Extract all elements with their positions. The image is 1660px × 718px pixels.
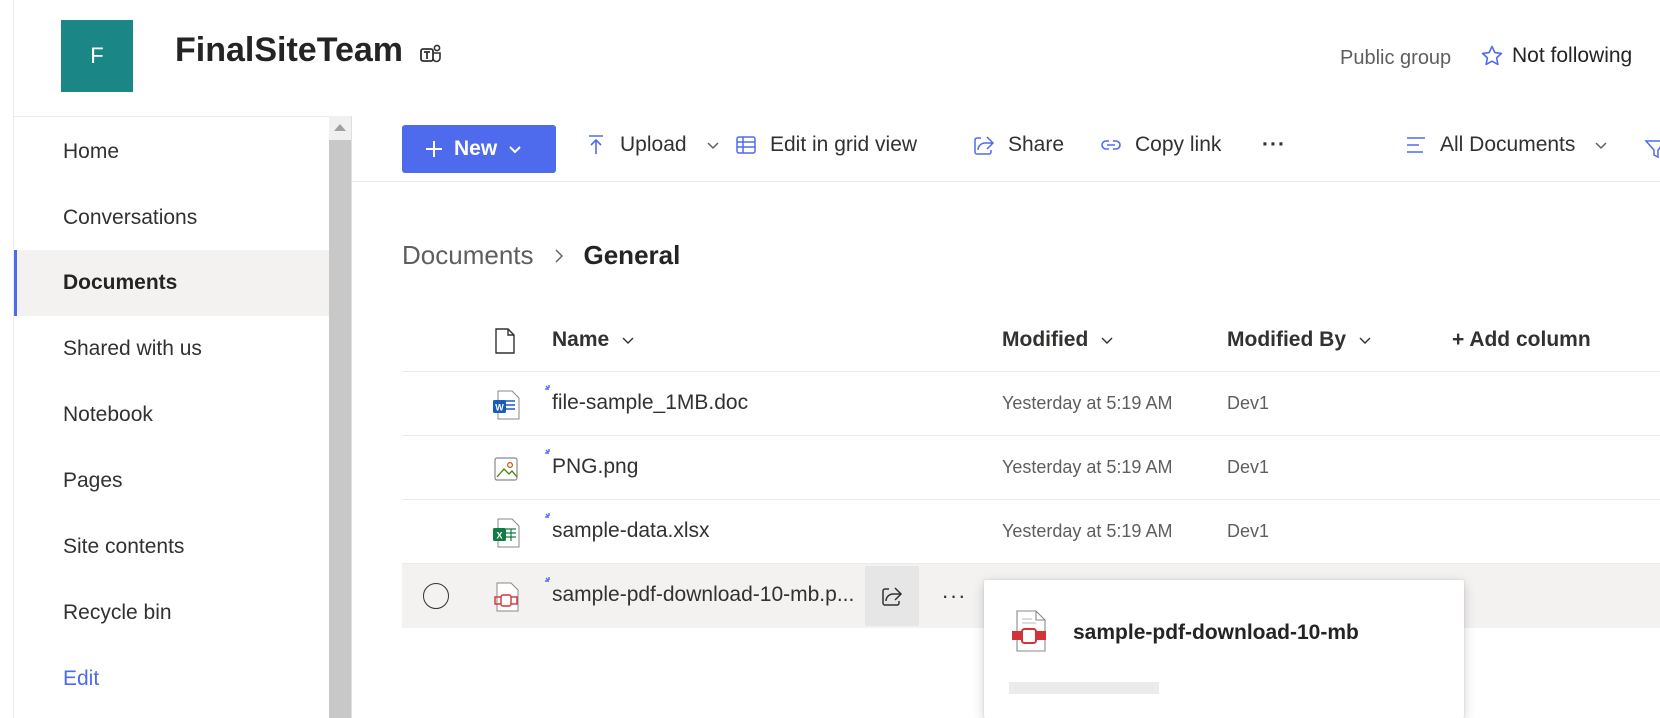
edit-grid-label: Edit in grid view (770, 133, 918, 156)
table-row[interactable]: W file-sample_1MB.doc Yesterday at 5:19 … (402, 372, 1660, 436)
group-type-label: Public group (1340, 47, 1452, 69)
row-select-checkbox[interactable] (423, 583, 449, 609)
more-commands-button[interactable]: ··· (1262, 133, 1286, 157)
chevron-down-icon (509, 146, 521, 154)
upload-icon (589, 135, 603, 154)
column-modified-label: Modified (1002, 328, 1089, 351)
copy-link-button[interactable]: Copy link (1099, 133, 1221, 157)
table-row[interactable]: X sample-data.xlsx Yesterday at 5:19 AM … (402, 500, 1660, 564)
nav-item-recycle-bin[interactable]: Recycle bin (14, 580, 329, 646)
svg-text:W: W (495, 403, 504, 413)
grid-icon (736, 136, 756, 154)
chevron-right-icon (555, 249, 563, 262)
nav-item-home[interactable]: Home (14, 119, 329, 185)
upload-label: Upload (620, 133, 687, 156)
share-label: Share (1008, 133, 1065, 156)
view-label: All Documents (1440, 133, 1576, 156)
column-header-name[interactable]: Name (552, 328, 635, 352)
nav-item-notebook[interactable]: Notebook (14, 382, 329, 448)
chevron-down-icon (707, 142, 719, 150)
modified-cell: Yesterday at 5:19 AM (1002, 457, 1173, 477)
breadcrumb-parent[interactable]: Documents (402, 240, 534, 271)
file-name-link[interactable]: file-sample_1MB.doc (552, 391, 748, 415)
copy-link-label: Copy link (1135, 133, 1222, 156)
follow-label: Not following (1512, 44, 1633, 67)
share-button[interactable]: Share (972, 133, 1064, 157)
chevron-down-icon (1359, 337, 1371, 344)
site-title[interactable]: FinalSiteTeam (175, 31, 403, 70)
nav-item-conversations[interactable]: Conversations (14, 185, 329, 251)
row-share-button[interactable] (865, 566, 919, 626)
file-name-link[interactable]: PNG.png (552, 455, 638, 479)
modified-cell: Yesterday at 5:19 AM (1002, 521, 1173, 541)
star-icon (1481, 45, 1503, 66)
site-logo[interactable]: F (61, 20, 133, 92)
hover-card-title[interactable]: sample-pdf-download-10-mb (1073, 621, 1359, 645)
file-type-icon[interactable] (494, 328, 516, 354)
follow-button[interactable]: Not following (1480, 44, 1632, 68)
upload-button[interactable]: Upload (584, 133, 721, 157)
pdf-file-icon (1012, 610, 1046, 652)
modified-cell: Yesterday at 5:19 AM (1002, 393, 1173, 413)
modified-by-cell[interactable]: Dev1 (1227, 521, 1269, 542)
filter-icon[interactable] (1644, 137, 1660, 161)
share-icon (974, 136, 995, 155)
file-name-link[interactable]: sample-pdf-download-10-mb.p... (552, 583, 854, 607)
command-bar: New Upload Edit in grid view Share Copy … (352, 116, 1660, 182)
chevron-down-icon (1595, 142, 1607, 150)
scroll-up-arrow-icon (334, 124, 346, 131)
left-navigation: Home Conversations Documents Shared with… (14, 116, 329, 718)
view-selector[interactable]: All Documents (1404, 133, 1609, 157)
file-name-link[interactable]: sample-data.xlsx (552, 519, 710, 543)
table-row[interactable]: PNG.png Yesterday at 5:19 AM Dev1 (402, 436, 1660, 500)
table-header: Name Modified Modified By + Add column (402, 310, 1660, 372)
pdf-file-icon (494, 582, 519, 612)
breadcrumb: Documents General (402, 240, 680, 271)
new-button[interactable]: New (402, 125, 556, 173)
column-modified-by-label: Modified By (1227, 328, 1346, 351)
file-hover-card[interactable]: sample-pdf-download-10-mb (984, 580, 1464, 718)
modified-by-cell[interactable]: Dev1 (1227, 393, 1269, 414)
edit-grid-view-button[interactable]: Edit in grid view (734, 133, 917, 157)
nav-scrollbar[interactable] (329, 116, 351, 718)
column-name-label: Name (552, 328, 610, 351)
share-icon (882, 587, 903, 606)
column-header-modified[interactable]: Modified (1002, 328, 1114, 352)
chevron-down-icon (1101, 337, 1113, 344)
app-edge (0, 0, 14, 718)
breadcrumb-current: General (583, 240, 681, 270)
scroll-up-button[interactable] (329, 116, 351, 140)
nav-item-site-contents[interactable]: Site contents (14, 514, 329, 580)
column-header-modified-by[interactable]: Modified By (1227, 328, 1372, 352)
svg-text:X: X (496, 531, 502, 541)
nav-item-shared-with-us[interactable]: Shared with us (14, 316, 329, 382)
add-column-button[interactable]: + Add column (1452, 328, 1591, 352)
excel-file-icon: X (493, 518, 520, 548)
new-button-label: New (454, 137, 498, 160)
image-file-icon (494, 457, 518, 481)
nav-edit-link[interactable]: Edit (14, 646, 329, 712)
modified-by-cell[interactable]: Dev1 (1227, 457, 1269, 478)
loading-placeholder (1009, 682, 1159, 694)
nav-item-pages[interactable]: Pages (14, 448, 329, 514)
nav-item-documents[interactable]: Documents (14, 250, 329, 316)
link-icon (1101, 140, 1121, 150)
teams-icon[interactable] (418, 42, 444, 68)
word-doc-icon: W (493, 390, 520, 420)
nav-divider (351, 116, 352, 718)
list-view-icon (1407, 137, 1425, 153)
chevron-down-icon (622, 337, 634, 344)
row-more-actions-button[interactable]: ··· (936, 578, 972, 614)
plus-icon (426, 141, 442, 157)
site-header: F FinalSiteTeam Public group Not followi… (0, 0, 1660, 116)
